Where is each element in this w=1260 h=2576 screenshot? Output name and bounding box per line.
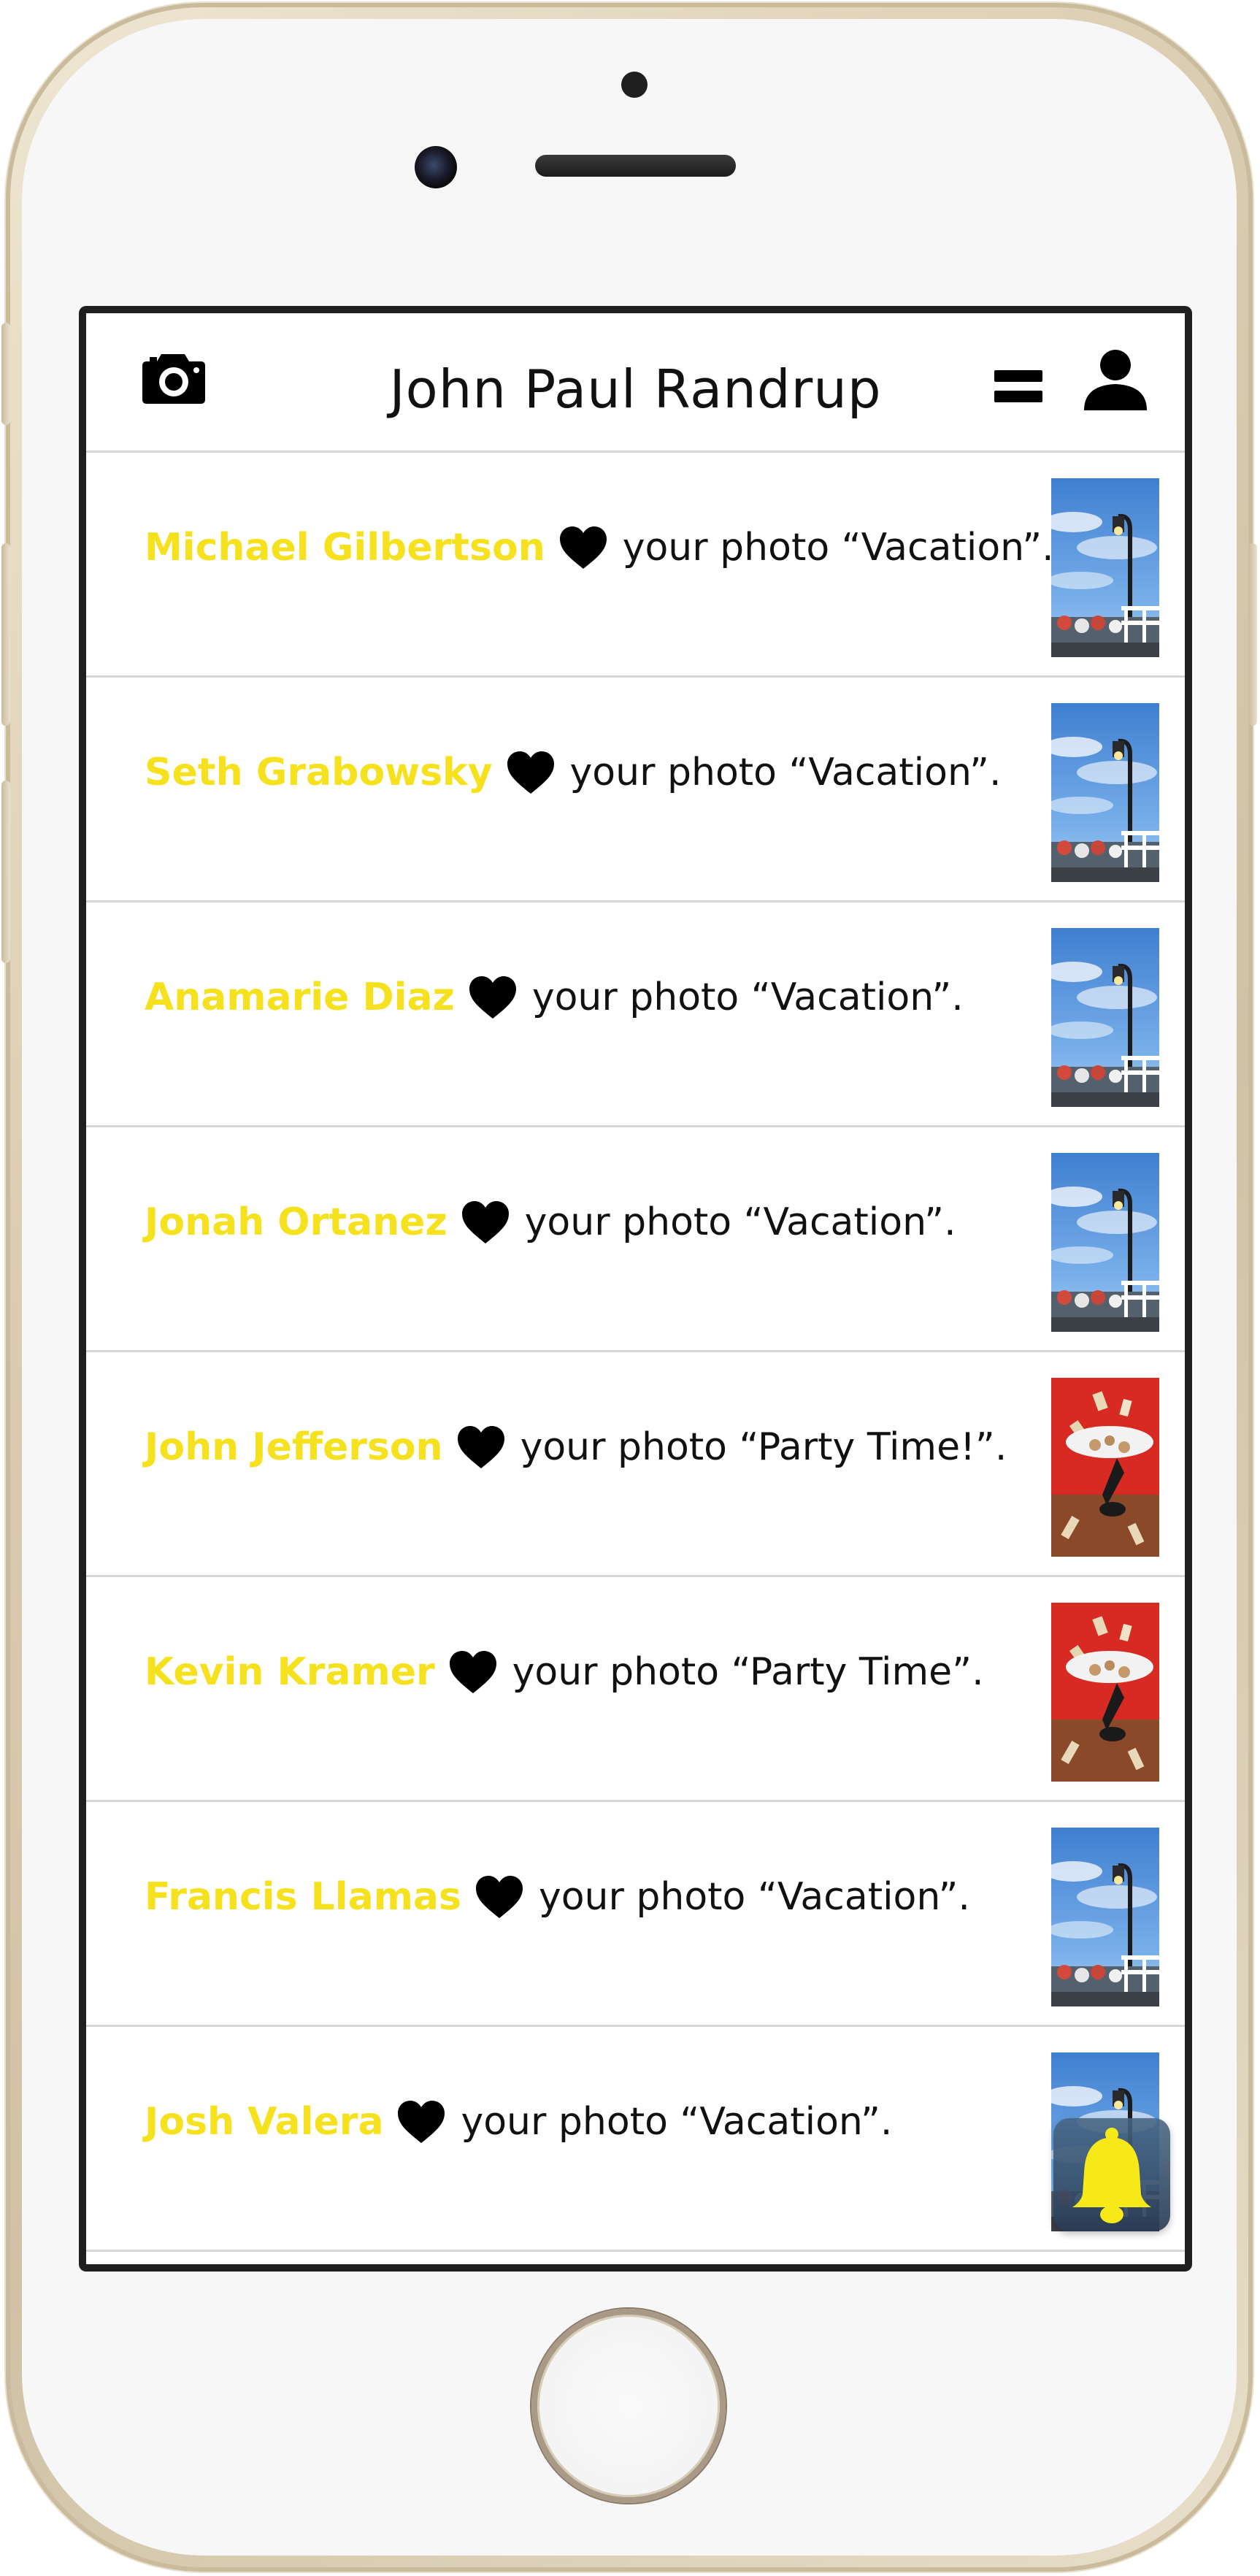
notification-action-text: your photo “Vacation”.: [569, 751, 1002, 794]
user-name-link[interactable]: Kevin Kramer: [145, 1647, 435, 1698]
front-camera: [415, 146, 457, 188]
app-header: John Paul Randrup: [86, 313, 1185, 453]
notification-text: Josh Valera your photo “Vacation”.: [145, 2096, 892, 2147]
notification-row[interactable]: Anamarie Diaz your photo “Vacation”.: [86, 902, 1185, 1127]
notification-text: Jonah Ortanez your photo “Vacation”.: [145, 1197, 956, 1248]
notification-text: Anamarie Diaz your photo “Vacation”.: [145, 972, 964, 1023]
heart-icon: [396, 2099, 446, 2144]
user-icon: [1084, 350, 1147, 410]
app-viewport: John Paul Randrup Michael Gilbertson your…: [86, 313, 1185, 2264]
power-button: [1248, 543, 1257, 726]
photo-thumbnail[interactable]: [1051, 1603, 1159, 1782]
menu-button[interactable]: [994, 363, 1045, 407]
heart-icon: [448, 1649, 498, 1695]
photo-thumbnail[interactable]: [1051, 1378, 1159, 1557]
profile-button[interactable]: [1083, 346, 1148, 412]
notification-text: John Jefferson your photo “Party Time!”.: [145, 1422, 1007, 1473]
user-name-link[interactable]: Michael Gilbertson: [145, 522, 545, 573]
phone-frame: John Paul Randrup Michael Gilbertson your…: [1, 3, 1257, 2572]
notification-action-text: your photo “Vacation”.: [531, 975, 964, 1019]
notification-action-text: your photo “Party Time”.: [512, 1650, 984, 1694]
notification-row[interactable]: Jonah Ortanez your photo “Vacation”.: [86, 1127, 1185, 1352]
earpiece-speaker: [535, 155, 736, 177]
photo-thumbnail[interactable]: [1051, 1828, 1159, 2006]
heart-icon: [461, 1200, 510, 1245]
notification-row[interactable]: Seth Grabowsky your photo “Vacation”.: [86, 678, 1185, 902]
mute-switch: [1, 323, 10, 425]
notification-action-text: your photo “Vacation”.: [461, 2100, 893, 2144]
notification-row[interactable]: Kevin Kramer your photo “Party Time”.: [86, 1577, 1185, 1802]
notification-action-text: your photo “Vacation”.: [622, 526, 1054, 570]
screen: John Paul Randrup Michael Gilbertson your…: [79, 306, 1192, 2272]
heart-icon: [456, 1425, 506, 1470]
volume-up-button: [1, 543, 10, 726]
notification-action-text: your photo “Party Time!”.: [520, 1425, 1007, 1469]
user-name-link[interactable]: Anamarie Diaz: [145, 972, 455, 1023]
home-button[interactable]: [531, 2309, 726, 2503]
proximity-sensor: [621, 72, 648, 98]
photo-thumbnail[interactable]: [1051, 1153, 1159, 1332]
notification-list: Michael Gilbertson your photo “Vacation”.…: [86, 453, 1185, 2252]
photo-thumbnail[interactable]: [1051, 478, 1159, 657]
user-name-link[interactable]: Jonah Ortanez: [145, 1197, 447, 1248]
notification-text: Kevin Kramer your photo “Party Time”.: [145, 1647, 984, 1698]
notification-text: Francis Llamas your photo “Vacation”.: [145, 1871, 970, 1923]
notification-row[interactable]: John Jefferson your photo “Party Time!”.: [86, 1352, 1185, 1577]
heart-icon: [506, 750, 556, 795]
notification-row[interactable]: Michael Gilbertson your photo “Vacation”.: [86, 453, 1185, 678]
user-name-link[interactable]: John Jefferson: [145, 1422, 443, 1473]
notification-row[interactable]: Josh Valera your photo “Vacation”.: [86, 2027, 1185, 2252]
bell-icon: [1072, 2128, 1151, 2223]
heart-icon: [475, 1874, 524, 1920]
user-name-link[interactable]: Seth Grabowsky: [145, 747, 493, 798]
notification-action-text: your photo “Vacation”.: [538, 1875, 970, 1919]
notifications-button[interactable]: [1053, 2118, 1170, 2231]
notification-action-text: your photo “Vacation”.: [524, 1200, 956, 1244]
heart-icon: [468, 975, 518, 1020]
photo-thumbnail[interactable]: [1051, 928, 1159, 1107]
notification-text: Seth Grabowsky your photo “Vacation”.: [145, 747, 1002, 798]
heart-icon: [558, 525, 608, 570]
volume-down-button: [1, 781, 10, 963]
user-name-link[interactable]: Francis Llamas: [145, 1871, 461, 1923]
notification-row[interactable]: Francis Llamas your photo “Vacation”.: [86, 1802, 1185, 2027]
photo-thumbnail[interactable]: [1051, 703, 1159, 882]
user-name-link[interactable]: Josh Valera: [145, 2096, 383, 2147]
notification-text: Michael Gilbertson your photo “Vacation”.: [145, 522, 1054, 573]
